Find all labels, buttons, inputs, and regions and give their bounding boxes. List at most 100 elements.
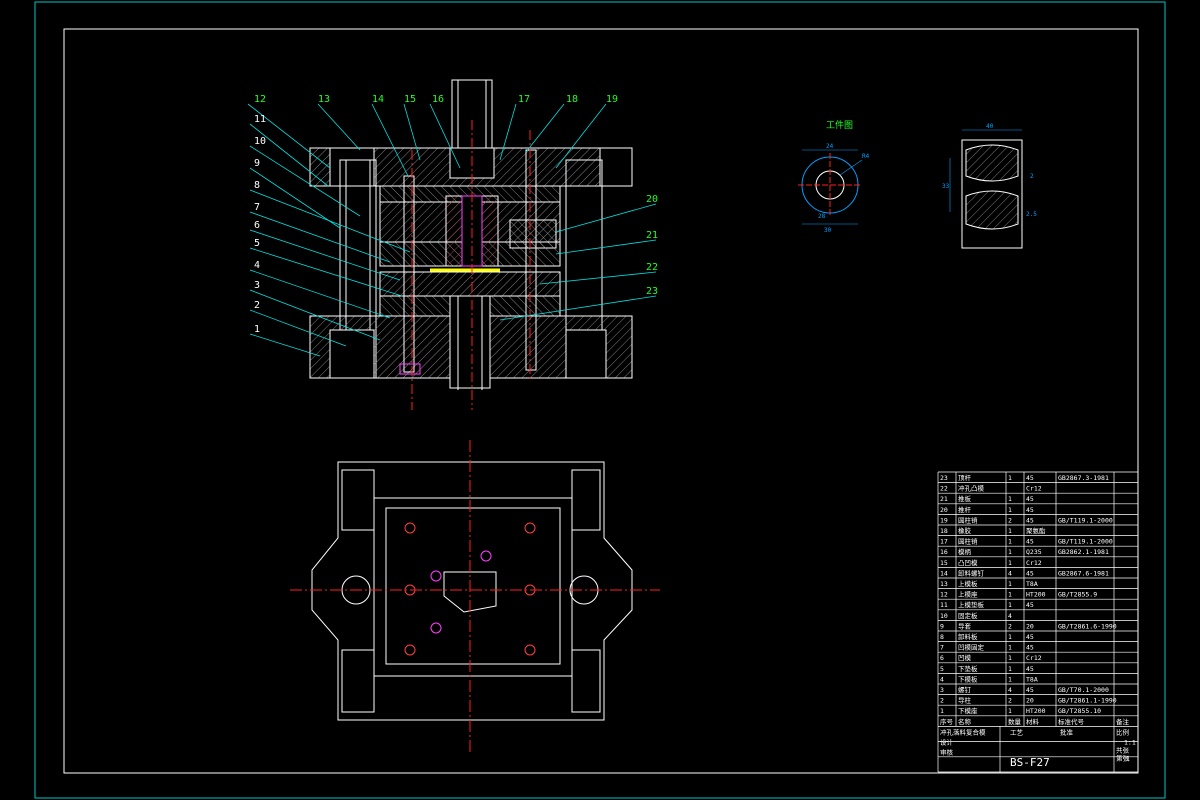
bom-cell: 卸料螺钉 <box>958 568 985 577</box>
bom-cell: 1 <box>1008 527 1012 535</box>
bom-cell: GB/T2855.10 <box>1058 707 1101 715</box>
wp-side-dim-33: 33 <box>942 183 950 190</box>
bom-cell: 冲孔凸模 <box>958 484 985 493</box>
bom-cell: HT200 <box>1026 707 1046 715</box>
balloon-9: 9 <box>254 158 260 169</box>
bom-cell: 21 <box>940 495 948 503</box>
title-block-sheets: 共张 <box>1116 745 1130 754</box>
title-block-design: 设计 <box>940 737 954 746</box>
bom-cell: 导柱 <box>958 696 972 705</box>
workpiece-view: 工件图 24 R4 28 30 40 33 2 2.5 <box>798 119 1037 249</box>
title-block-sheet-no: 1 <box>1126 754 1130 762</box>
bom-cell: 13 <box>940 580 948 588</box>
bom-cell: GB/T2861.6-1990 <box>1058 622 1117 630</box>
bom-cell: 1 <box>1008 506 1012 514</box>
balloon-23: 23 <box>646 286 658 297</box>
balloon-5: 5 <box>254 238 260 249</box>
balloon-1: 1 <box>254 324 260 335</box>
balloon-7: 7 <box>254 202 260 213</box>
bom-table: 23 顶杆 1 45 GB2867.3-198122 冲孔凸模 Cr1221 推板 1 4520 推… <box>937 471 1139 773</box>
wp-dim-r4: R4 <box>862 153 870 160</box>
bom-cell: 9 <box>940 622 944 630</box>
bom-cell: 12 <box>940 591 948 599</box>
balloon-22: 22 <box>646 262 658 273</box>
bom-cell: 4 <box>1008 569 1012 577</box>
bom-cell: T8A <box>1026 675 1038 683</box>
bom-header-cell: 标准代号 <box>1058 717 1085 726</box>
bom-cell: 4 <box>1008 686 1012 694</box>
bom-cell: 1 <box>1008 654 1012 662</box>
bom-cell: 20 <box>1026 622 1034 630</box>
bom-cell: GB/T119.1-2000 <box>1058 538 1113 546</box>
bom-cell: 3 <box>940 686 944 694</box>
bom-cell: 卸料板 <box>958 632 978 641</box>
balloon-21: 21 <box>646 230 658 241</box>
bom-cell: 4 <box>1008 612 1012 620</box>
bom-cell: 8 <box>940 633 944 641</box>
bom-cell: 2 <box>940 697 944 705</box>
bom-cell: 45 <box>1026 601 1034 609</box>
bom-cell: Cr12 <box>1026 559 1042 567</box>
bom-cell: 1 <box>1008 644 1012 652</box>
bom-cell: 1 <box>1008 591 1012 599</box>
bom-cell: 螺钉 <box>958 685 972 694</box>
bom-cell: HT200 <box>1026 591 1046 599</box>
bom-cell: 1 <box>1008 633 1012 641</box>
bom-cell: 45 <box>1026 569 1034 577</box>
balloon-19: 19 <box>606 94 618 105</box>
wp-dim-30: 30 <box>824 227 832 234</box>
bom-cell: 圆柱销 <box>958 515 978 524</box>
title-block-name: 冲孔落料复合模 <box>940 727 986 736</box>
bom-cell: 上模座 <box>958 590 978 599</box>
bom-cell: 橡胶 <box>958 526 972 535</box>
bom-cell: Q235 <box>1026 548 1042 556</box>
bom-cell: 4 <box>940 675 944 683</box>
balloon-4: 4 <box>254 260 260 271</box>
section-view <box>309 79 633 410</box>
drawing-number: BS-F27 <box>1010 756 1050 769</box>
balloon-14: 14 <box>372 94 384 105</box>
balloon-10: 10 <box>254 136 266 147</box>
bom-cell: 1 <box>1008 580 1012 588</box>
bom-cell: 23 <box>940 474 948 482</box>
bom-cell: 1 <box>1008 559 1012 567</box>
bom-cell: 2 <box>1008 697 1012 705</box>
balloon-15: 15 <box>404 94 416 105</box>
bom-cell: 模柄 <box>958 547 972 556</box>
bom-cell: 1 <box>1008 548 1012 556</box>
bom-header-cell: 数量 <box>1008 717 1022 726</box>
bom-cell: 7 <box>940 644 944 652</box>
bom-cell: 20 <box>1026 697 1034 705</box>
balloon-13: 13 <box>318 94 330 105</box>
bom-cell: 2 <box>1008 516 1012 524</box>
bom-cell: 下模板 <box>958 674 978 683</box>
workpiece-title: 工件图 <box>826 119 853 131</box>
bom-cell: 45 <box>1026 538 1034 546</box>
bom-cell: 14 <box>940 569 948 577</box>
bom-cell: 1 <box>1008 675 1012 683</box>
bom-cell: GB2867.3-1981 <box>1058 474 1109 482</box>
wp-side-dim-2: 2 <box>1030 173 1034 180</box>
bom-cell: 17 <box>940 538 948 546</box>
bom-cell: 1 <box>1008 601 1012 609</box>
balloon-6: 6 <box>254 220 260 231</box>
bom-cell: 凸凹模 <box>958 558 978 567</box>
bom-cell: 凹模 <box>958 653 972 662</box>
bom-cell: 45 <box>1026 506 1034 514</box>
bom-cell: 圆柱销 <box>958 537 978 546</box>
title-block-scale: 1:1 <box>1124 738 1136 746</box>
bom-cell: GB/T2861.1-1990 <box>1058 697 1117 705</box>
bom-cell: GB2862.1-1981 <box>1058 548 1109 556</box>
bom-cell: 45 <box>1026 516 1034 524</box>
bom-cell: T8A <box>1026 580 1038 588</box>
balloon-2: 2 <box>254 300 260 311</box>
bom-cell: 推杆 <box>958 505 972 514</box>
title-block-scale-label: 比例 <box>1116 727 1129 736</box>
bom-cell: 推板 <box>958 494 972 503</box>
bom-cell: 20 <box>940 506 948 514</box>
bom-cell: 16 <box>940 548 948 556</box>
balloon-11: 11 <box>254 114 266 125</box>
bom-cell: 固定板 <box>958 611 978 620</box>
bom-cell: 上模板 <box>958 579 978 588</box>
title-block-approve: 批准 <box>1060 727 1074 736</box>
